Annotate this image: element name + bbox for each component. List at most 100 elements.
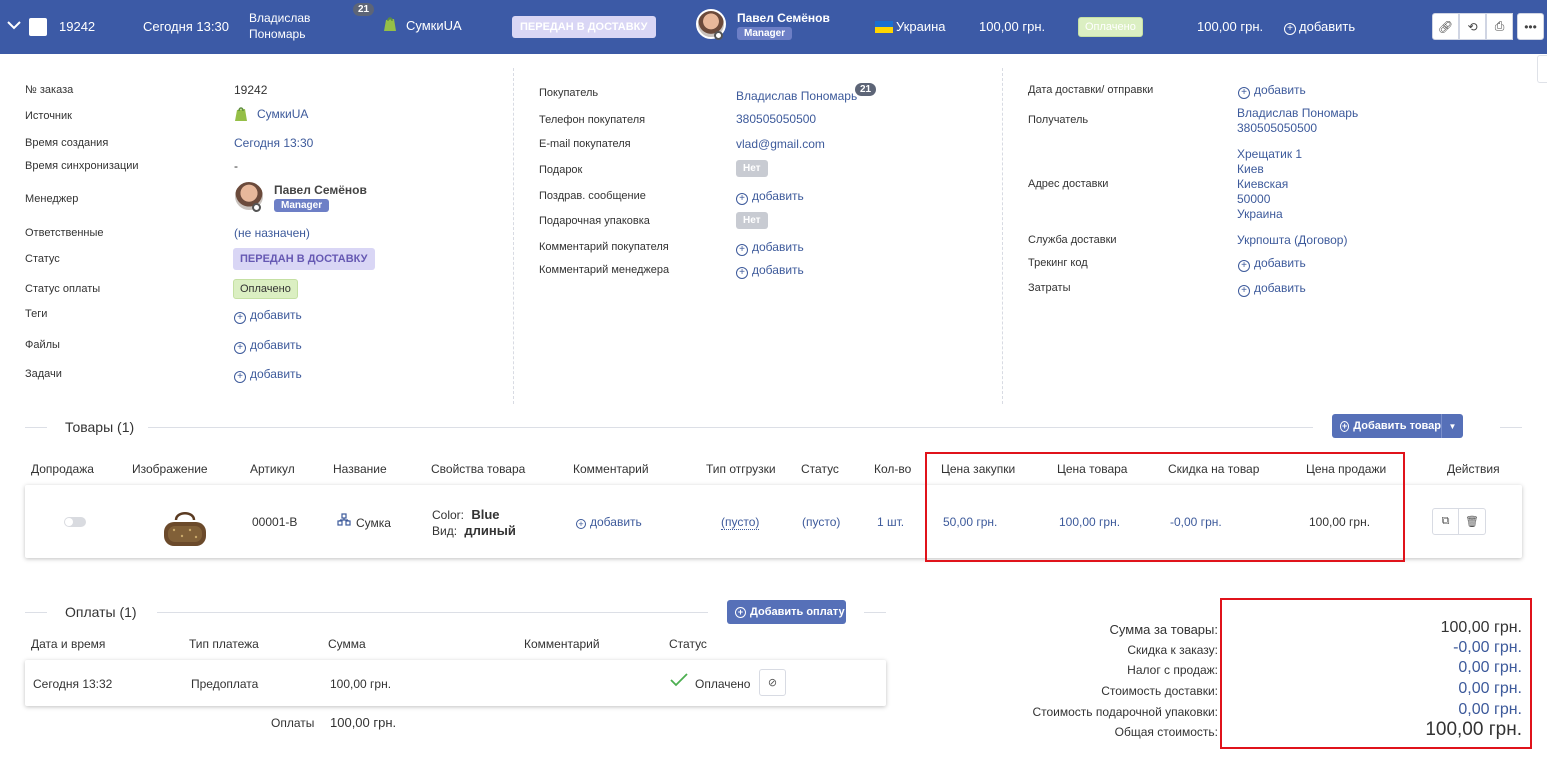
history-button[interactable]: ⟲ (1459, 13, 1486, 40)
check-icon (670, 673, 688, 690)
col-properties: Свойства товара (431, 462, 526, 476)
shopify-icon (383, 16, 397, 35)
summary-tax-value[interactable]: 0,00 грн. (1458, 659, 1522, 677)
order-select-checkbox[interactable] (29, 18, 47, 36)
print-button[interactable]: ⎙ (1486, 13, 1513, 40)
tracking-add-link[interactable]: + добавить (1238, 256, 1306, 272)
add-product-main[interactable]: + Добавить товар (1332, 420, 1441, 432)
manager-comment-add-label: добавить (752, 263, 804, 277)
responsible-value[interactable]: (не назначен) (234, 226, 310, 240)
add-product-dropdown[interactable]: ▼ (1441, 414, 1463, 438)
delivery-service-value[interactable]: Укрпошта (Договор) (1237, 233, 1347, 247)
collapse-chevron-icon[interactable] (6, 16, 22, 34)
address-line[interactable]: Украина (1237, 207, 1283, 221)
col-comment: Комментарий (573, 462, 649, 476)
address-line[interactable]: Хрещатик 1 (1237, 147, 1302, 161)
address-line[interactable]: Киевская (1237, 177, 1288, 191)
col-upsell: Допродажа (31, 462, 94, 476)
product-qty[interactable]: 1 шт. (877, 515, 904, 529)
col-shipment-type: Тип отгрузки (706, 462, 776, 476)
pay-col-type: Тип платежа (189, 637, 259, 651)
manager-label: Менеджер (25, 193, 79, 205)
summary-items-label: Сумма за товары: (1109, 622, 1218, 637)
print-icon: ⎙ (1494, 19, 1505, 33)
buyer-comment-add-link[interactable]: + добавить (736, 240, 804, 256)
manager-online-dot (714, 31, 723, 40)
costs-add-link[interactable]: + добавить (1238, 281, 1306, 297)
more-button[interactable]: ••• (1517, 13, 1544, 40)
header-customer-first[interactable]: Владислав (249, 11, 310, 25)
link-button[interactable]: 🔗︎ (1432, 13, 1459, 40)
address-line[interactable]: 50000 (1237, 192, 1270, 206)
created-value[interactable]: Сегодня 13:30 (234, 136, 313, 150)
delete-product-button[interactable]: 🗑︎ (1459, 508, 1486, 535)
greeting-add-link[interactable]: + добавить (736, 189, 804, 205)
plus-circle-icon: + (1238, 285, 1250, 297)
header-add-link[interactable]: + добавить (1284, 19, 1355, 35)
product-status[interactable]: (пусто) (802, 515, 840, 529)
payments-total-label: Оплаты (271, 716, 315, 730)
upsell-toggle[interactable] (64, 517, 86, 527)
plus-circle-icon: + (1284, 23, 1296, 35)
header-status-badge[interactable]: ПЕРЕДАН В ДОСТАВКУ (512, 16, 656, 38)
payments-title: Оплаты (1) (65, 604, 137, 620)
section-divider (25, 612, 47, 613)
gift-wrap-value[interactable]: Нет (736, 212, 768, 229)
add-payment-button[interactable]: + Добавить оплату (727, 600, 846, 624)
header-source[interactable]: СумкиUA (406, 18, 462, 33)
tasks-add-label: добавить (250, 367, 302, 381)
status-badge[interactable]: ПЕРЕДАН В ДОСТАВКУ (233, 248, 375, 270)
tasks-add-link[interactable]: + добавить (234, 367, 302, 383)
recipient-name[interactable]: Владислав Пономарь (1237, 106, 1358, 120)
more-icon: ••• (1524, 19, 1537, 34)
recipient-phone[interactable]: 380505050500 (1237, 121, 1317, 135)
delivery-service-label: Служба доставки (1028, 234, 1117, 246)
section-divider (1500, 427, 1522, 428)
address-line[interactable]: Киев (1237, 162, 1264, 176)
manager-comment-add-link[interactable]: + добавить (736, 263, 804, 279)
link-icon: 🔗︎ (1437, 19, 1454, 34)
tasks-label: Задачи (25, 368, 62, 380)
delivery-date-add-link[interactable]: + добавить (1238, 83, 1306, 99)
manager-online-dot (252, 203, 261, 212)
summary-discount-label: Скидка к заказу: (1127, 643, 1218, 657)
responsible-label: Ответственные (25, 227, 104, 239)
product-prop-kind: Вид: длиный (432, 523, 516, 538)
pay-col-comment: Комментарий (524, 637, 600, 651)
payment-status-label: Статус оплаты (25, 283, 101, 295)
payment-date: Сегодня 13:32 (33, 677, 113, 691)
files-add-link[interactable]: + добавить (234, 338, 302, 354)
tags-add-link[interactable]: + добавить (234, 308, 302, 324)
header-manager-name: Павел Семёнов (737, 11, 830, 25)
add-product-button[interactable]: + Добавить товар ▼ (1332, 414, 1463, 438)
header-created-time: Сегодня 13:30 (143, 19, 229, 34)
product-name[interactable]: Сумка (356, 516, 391, 530)
source-value[interactable]: СумкиUA (257, 107, 308, 121)
product-shipment-type[interactable]: (пусто) (721, 515, 760, 530)
buyer-value[interactable]: Владислав Пономарь (736, 89, 857, 103)
header-customer-last[interactable]: Пономарь (249, 27, 305, 41)
shopify-icon (234, 106, 248, 125)
greeting-add-label: добавить (752, 189, 804, 203)
product-comment-add-link[interactable]: + добавить (576, 515, 642, 529)
email-label: E-mail покупателя (539, 138, 631, 150)
copy-product-button[interactable]: ⧉ (1432, 508, 1459, 535)
summary-delivery-value[interactable]: 0,00 грн. (1458, 680, 1522, 698)
summary-discount-value[interactable]: -0,00 грн. (1453, 639, 1522, 657)
product-bag-image[interactable] (162, 508, 208, 553)
email-value[interactable]: vlad@gmail.com (736, 137, 825, 151)
product-set-icon (337, 513, 351, 530)
phone-label: Телефон покупателя (539, 114, 646, 126)
buyer-comment-add-label: добавить (752, 240, 804, 254)
costs-add-label: добавить (1254, 281, 1306, 295)
side-panel-tab[interactable] (1537, 55, 1547, 83)
gift-value[interactable]: Нет (736, 160, 768, 177)
status-label: Статус (25, 253, 60, 265)
summary-wrap-value[interactable]: 0,00 грн. (1458, 701, 1522, 719)
cancel-payment-button[interactable]: ⊘ (759, 669, 786, 696)
header-toolbar: 🔗︎ ⟲ ⎙ ••• (1432, 13, 1544, 40)
tracking-label: Трекинг код (1028, 257, 1088, 269)
phone-value[interactable]: 380505050500 (736, 112, 816, 126)
files-add-label: добавить (250, 338, 302, 352)
header-order-id: 19242 (59, 19, 96, 34)
